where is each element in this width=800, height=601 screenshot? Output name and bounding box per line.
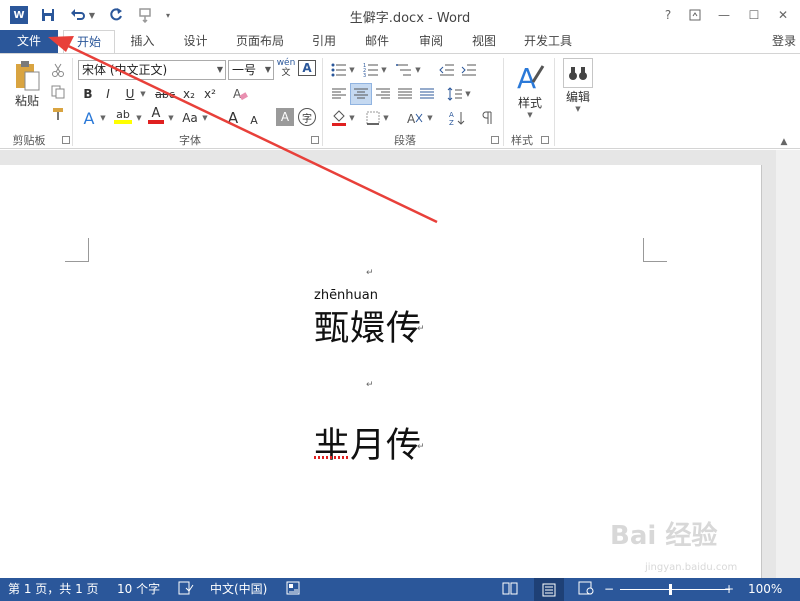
annotation-arrow (48, 36, 438, 224)
